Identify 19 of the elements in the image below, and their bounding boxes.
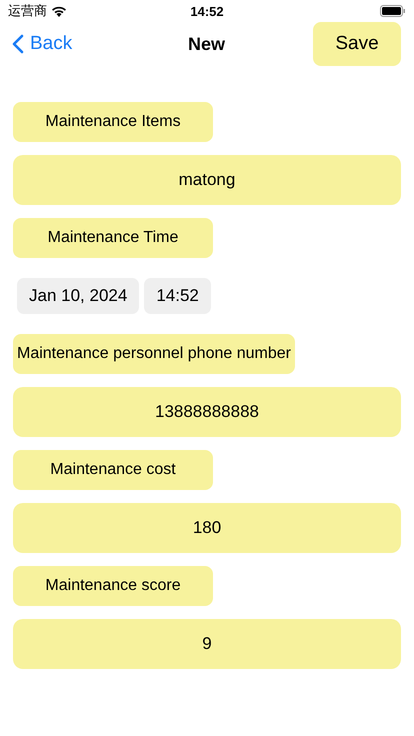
field-label: Maintenance personnel phone number [13,334,295,374]
battery-icon [380,5,406,17]
back-button[interactable]: Back [12,33,188,55]
field-label: Maintenance Time [13,218,213,258]
carrier-name: 运营商 [8,2,47,20]
text-field[interactable]: 13888888888 [13,387,401,437]
text-field[interactable]: matong [13,155,401,205]
field-label: Maintenance cost [13,450,213,490]
date-picker[interactable]: Jan 10, 2024 [17,278,140,314]
field-label: Maintenance score [13,566,213,606]
time-picker[interactable]: 14:52 [144,278,211,314]
wifi-icon [51,5,67,17]
text-field[interactable]: 180 [13,503,401,553]
nav-title: New [188,34,226,54]
field-label: Maintenance Items [13,102,213,142]
text-field[interactable]: 9 [13,619,401,669]
save-button[interactable]: Save [313,22,402,66]
chevron-left-icon [12,34,24,54]
status-time: 14:52 [190,4,224,18]
